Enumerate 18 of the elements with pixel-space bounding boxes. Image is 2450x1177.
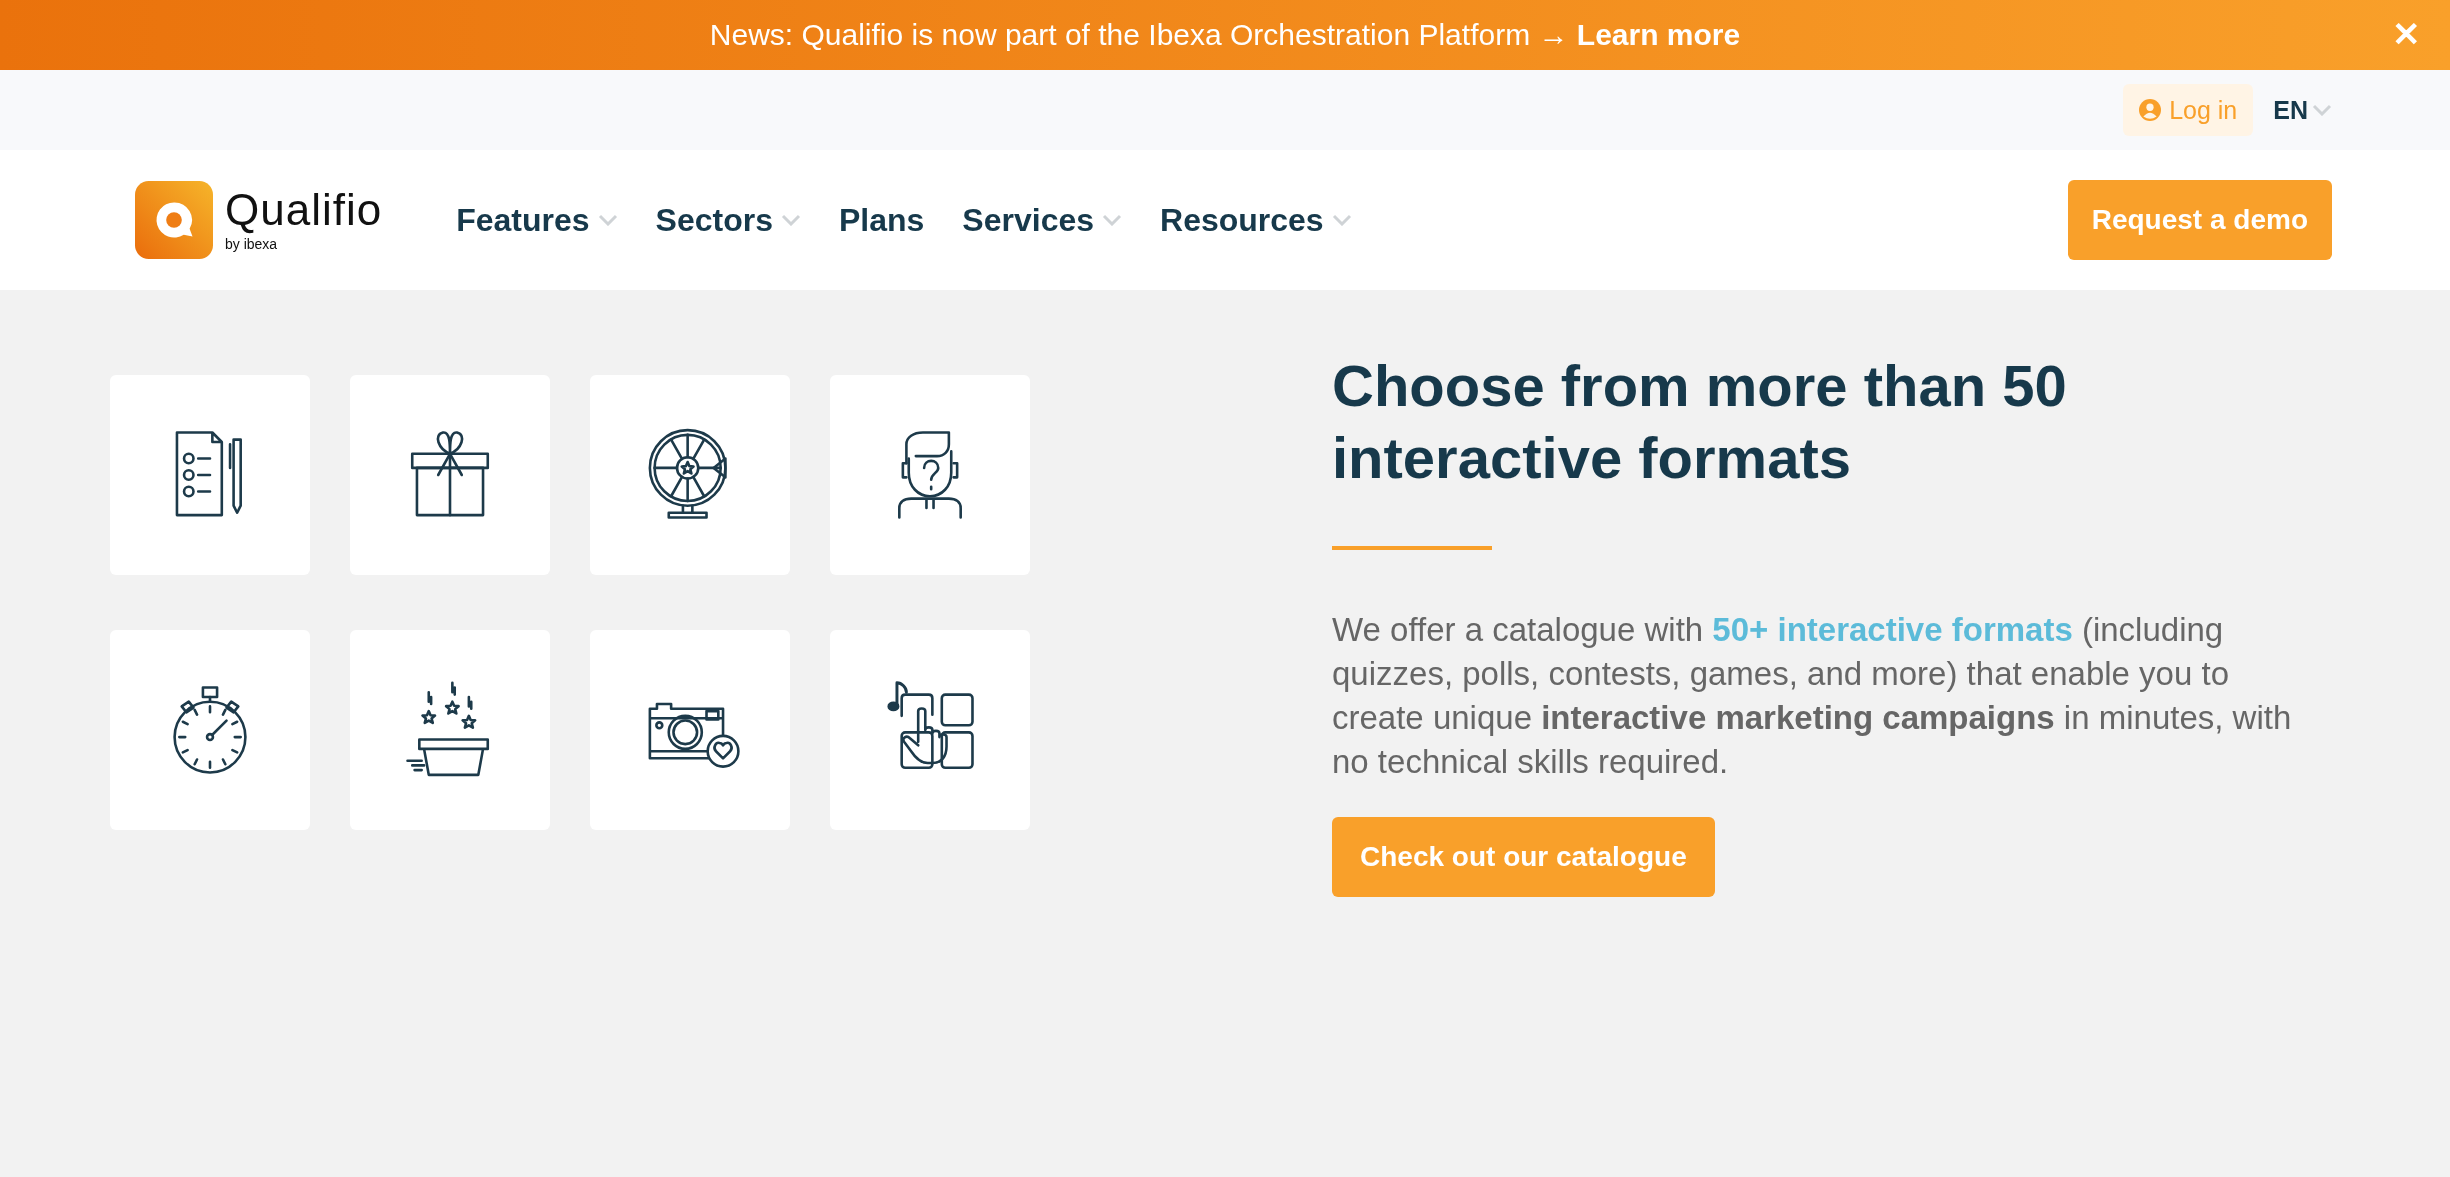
nav-item[interactable]: Services bbox=[962, 201, 1122, 239]
nav-item[interactable]: Sectors bbox=[655, 201, 801, 239]
language-selector[interactable]: EN bbox=[2273, 95, 2332, 125]
chevron-down-icon bbox=[1102, 214, 1122, 226]
chevron-down-icon bbox=[597, 214, 618, 226]
chevron-down-icon bbox=[780, 214, 801, 226]
hero-paragraph: We offer a catalogue with 50+ interactive formats (including quizzes, polls, contests, games, and more) that enable you to create unique interactive marketing campaigns in minutes, with no technical skills required. bbox=[1332, 610, 2293, 782]
nav-item[interactable]: Features bbox=[456, 201, 618, 239]
chevron-down-icon bbox=[2312, 104, 2332, 116]
hero-heading: Choose from more than 50 interactive formats bbox=[1332, 352, 2068, 492]
logo-wordmark: Qualifio bbox=[225, 188, 383, 232]
logo-icon bbox=[135, 181, 213, 259]
news-text: News: Qualifio is now part of the Ibexa Orchestration Platform → bbox=[709, 18, 1570, 51]
user-icon bbox=[2139, 99, 2162, 121]
logo-tagline: by ibexa bbox=[225, 236, 279, 252]
nav-item[interactable]: Resources bbox=[1160, 201, 1352, 239]
nav-item[interactable]: Plans bbox=[838, 201, 925, 239]
chevron-down-icon bbox=[1331, 214, 1352, 226]
